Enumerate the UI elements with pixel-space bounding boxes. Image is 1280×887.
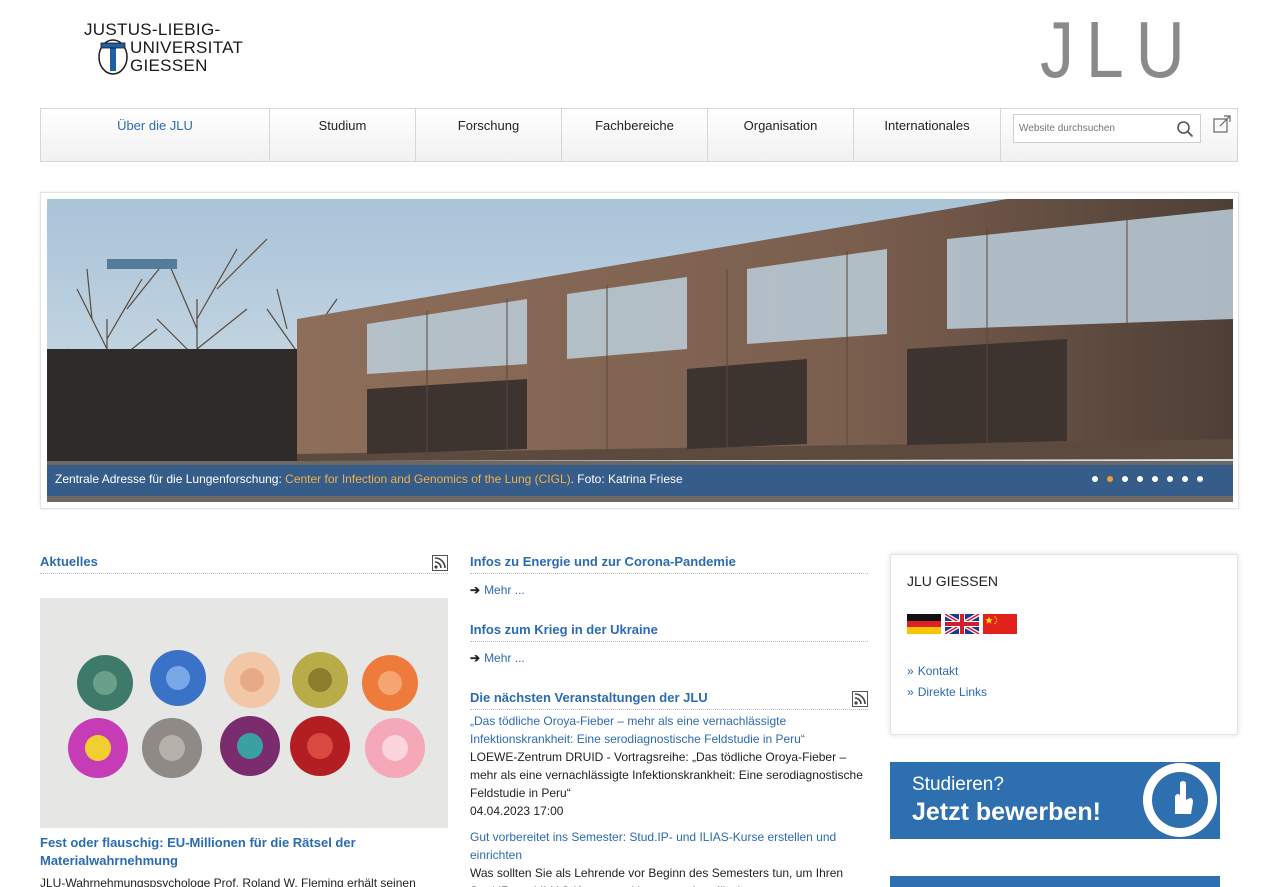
image-slider: Zentrale Adresse für die Lungenforschung… <box>40 192 1239 509</box>
main-navigation: Über die JLU Studium Forschung Fachberei… <box>40 108 1238 162</box>
chevron-right-icon: » <box>907 664 914 678</box>
nav-studium[interactable]: Studium <box>270 109 416 161</box>
events-heading-text[interactable]: Die nächsten Veranstaltungen der JLU <box>470 690 708 705</box>
chinese-flag-icon[interactable] <box>983 614 1017 634</box>
caption-text: Zentrale Adresse für die Lungenforschung… <box>55 472 286 486</box>
event-description: Was sollten Sie als Lehrende vor Beginn … <box>470 866 844 887</box>
arrow-right-icon: ➔ <box>470 583 481 597</box>
event-item: „Das tödliche Oroya-Fieber – mehr als ei… <box>470 712 868 820</box>
events-heading: Die nächsten Veranstaltungen der JLU <box>470 690 868 710</box>
box-title: JLU GIESSEN <box>907 573 999 589</box>
event-item: Gut vorbereitet ins Semester: Stud.IP- u… <box>470 828 868 887</box>
ukraine-heading: Infos zum Krieg in der Ukraine <box>470 622 868 642</box>
direkte-links-link[interactable]: » Direkte Links <box>907 682 1221 703</box>
uk-flag-icon[interactable] <box>945 614 979 634</box>
more-label: Mehr ... <box>484 583 525 597</box>
rss-icon[interactable] <box>432 555 448 571</box>
search-icon[interactable] <box>1176 120 1194 138</box>
news-teaser: JLU-Wahrnehmungspsychologe Prof. Roland … <box>40 876 416 887</box>
slide-dot[interactable] <box>1167 476 1173 482</box>
slide-dot[interactable] <box>1152 476 1158 482</box>
energie-heading-text[interactable]: Infos zu Energie und zur Corona-Pandemie <box>470 554 736 569</box>
news-title[interactable]: Fest oder flauschig: EU-Millionen für di… <box>40 834 448 870</box>
jlu-info-box: JLU GIESSEN » Kontakt » Direkte Links <box>890 554 1238 735</box>
logo-line-2: UNIVERSITAT <box>130 38 244 57</box>
building-photo <box>47 199 1233 502</box>
ukraine-heading-text[interactable]: Infos zum Krieg in der Ukraine <box>470 622 658 637</box>
slide-dot[interactable] <box>1092 476 1098 482</box>
aktuelles-heading-text[interactable]: Aktuelles <box>40 554 98 569</box>
chevron-right-icon: » <box>907 685 914 699</box>
language-flags <box>907 614 1221 634</box>
german-flag-icon[interactable] <box>907 614 941 634</box>
slide-caption: Zentrale Adresse für die Lungenforschung… <box>47 465 1233 496</box>
jlu-logo[interactable]: JUSTUS-LIEBIG- UNIVERSITAT GIESSEN <box>84 21 243 77</box>
nav-organisation[interactable]: Organisation <box>708 109 854 161</box>
energie-heading: Infos zu Energie und zur Corona-Pandemie <box>470 554 868 574</box>
news-image[interactable] <box>40 598 448 828</box>
info-column: Infos zu Energie und zur Corona-Pandemie… <box>470 554 868 887</box>
side-links: » Kontakt » Direkte Links <box>907 661 1221 703</box>
search-box <box>1013 114 1201 143</box>
direkte-links-label: Direkte Links <box>917 685 988 699</box>
banner-line-2: Jetzt bewerben! <box>912 798 1101 826</box>
event-title[interactable]: „Das tödliche Oroya-Fieber – mehr als ei… <box>470 712 868 748</box>
event-description: LOEWE-Zentrum DRUID - Vortragsreihe: „Da… <box>470 750 863 800</box>
nav-fachbereiche[interactable]: Fachbereiche <box>562 109 708 161</box>
logo-emblem-icon <box>98 39 128 75</box>
search-input[interactable] <box>1014 115 1164 142</box>
nav-ueber-die-jlu[interactable]: Über die JLU <box>41 109 270 161</box>
shells-photo <box>40 598 448 828</box>
event-date: 04.04.2023 17:00 <box>470 804 564 818</box>
event-title[interactable]: Gut vorbereitet ins Semester: Stud.IP- u… <box>470 828 868 864</box>
energie-more-link[interactable]: ➔ Mehr ... <box>470 583 868 597</box>
kontakt-label: Kontakt <box>917 664 959 678</box>
slide-dots <box>1092 476 1203 482</box>
bewerben-banner[interactable]: Studieren? Jetzt bewerben! <box>890 762 1220 839</box>
ukraine-more-link[interactable]: ➔ Mehr ... <box>470 651 868 665</box>
slide-dot-active[interactable] <box>1107 476 1113 482</box>
aktuelles-heading: Aktuelles <box>40 554 448 574</box>
more-label: Mehr ... <box>484 651 525 665</box>
arrow-right-icon: ➔ <box>470 651 481 665</box>
aktuelles-column: Aktuelles Fest oder flauschig: EU-Millio… <box>40 554 448 887</box>
logo-line-3: GIESSEN <box>130 56 208 75</box>
slide-dot[interactable] <box>1182 476 1188 482</box>
slide-image[interactable] <box>47 199 1233 502</box>
second-banner[interactable] <box>890 876 1220 887</box>
caption-credit: . Foto: Katrina Friese <box>570 472 683 486</box>
kontakt-link[interactable]: » Kontakt <box>907 661 1221 682</box>
search-area <box>1001 109 1237 161</box>
external-link-icon[interactable] <box>1212 114 1232 134</box>
banner-line-1: Studieren? <box>912 774 1004 795</box>
slide-dot[interactable] <box>1197 476 1203 482</box>
slide-dot[interactable] <box>1122 476 1128 482</box>
caption-link[interactable]: Center for Infection and Genomics of the… <box>285 472 570 486</box>
rss-icon[interactable] <box>852 691 868 707</box>
nav-forschung[interactable]: Forschung <box>416 109 562 161</box>
jlu-wordmark[interactable]: JLU <box>1040 10 1197 90</box>
nav-internationales[interactable]: Internationales <box>854 109 1001 161</box>
slide-dot[interactable] <box>1137 476 1143 482</box>
bewerbungsportal-badge-icon <box>1143 763 1217 837</box>
